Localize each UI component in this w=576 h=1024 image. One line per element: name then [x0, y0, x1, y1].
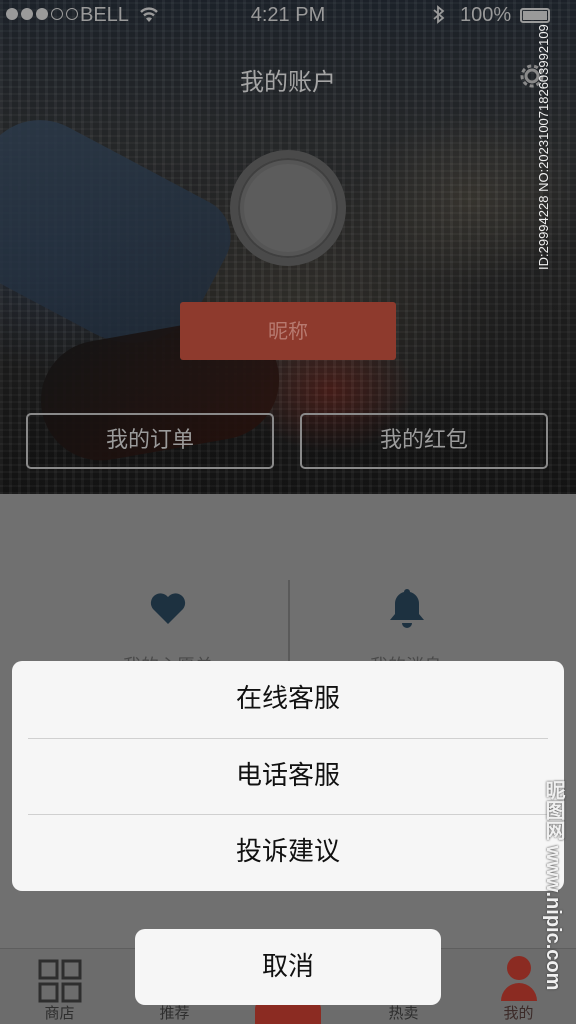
action-sheet: 在线客服 电话客服 投诉建议 [12, 661, 564, 891]
watermark-id: ID:29994228 NO:20231007182603992109 [536, 24, 551, 270]
watermark-site: 昵图网 www.nipic.com [542, 780, 564, 991]
page-title: 我的账户 [240, 68, 336, 96]
battery-percentage: 100% [460, 4, 512, 26]
person-icon [499, 955, 539, 1001]
tab-shop[interactable]: 商店 [2, 949, 117, 1024]
my-orders-button[interactable]: 我的订单 [26, 413, 274, 469]
phone-service-option[interactable]: 电话客服 [12, 737, 564, 815]
divider [288, 580, 290, 670]
bell-icon[interactable] [386, 586, 428, 630]
tab-label: 商店 [44, 1004, 75, 1022]
avatar[interactable] [230, 150, 346, 266]
online-service-option[interactable]: 在线客服 [12, 661, 564, 738]
heart-icon[interactable] [148, 588, 188, 628]
my-red-packet-button[interactable]: 我的红包 [300, 413, 548, 469]
tab-label: 热卖 [388, 1004, 419, 1022]
complaint-option[interactable]: 投诉建议 [12, 814, 564, 891]
nickname-button[interactable]: 昵称 [180, 302, 396, 360]
cancel-button[interactable]: 取消 [135, 929, 441, 1005]
status-bar: BELL 4:21 PM 100% [0, 0, 576, 32]
bluetooth-icon [432, 4, 446, 32]
grid-icon [38, 959, 82, 1003]
tab-label: 推荐 [159, 1004, 190, 1022]
